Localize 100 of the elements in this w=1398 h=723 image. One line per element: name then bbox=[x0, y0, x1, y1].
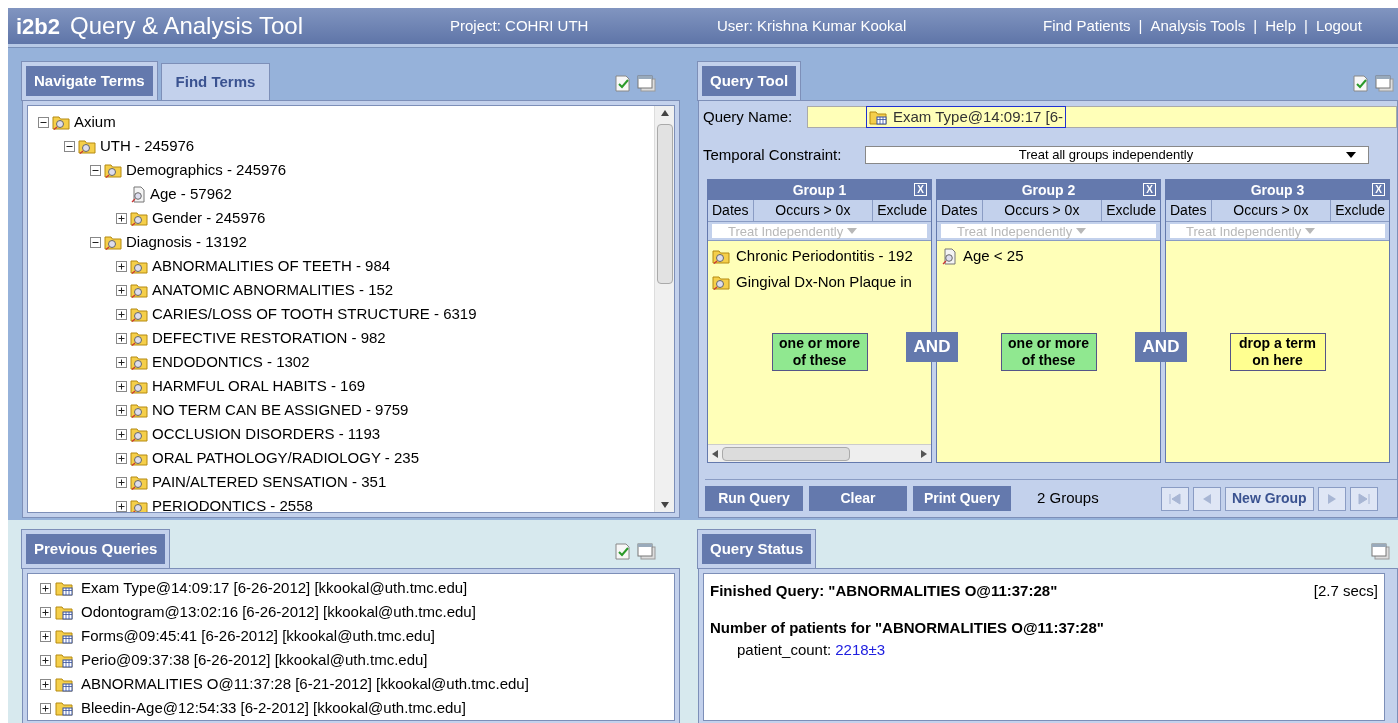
collapse-icon[interactable] bbox=[90, 164, 101, 176]
tree-item[interactable]: Axium bbox=[74, 110, 116, 134]
header-link[interactable]: Logout bbox=[1315, 14, 1362, 38]
dropdown-arrow-icon bbox=[1076, 228, 1087, 234]
folder-icon bbox=[130, 474, 148, 490]
group-option-button[interactable]: Dates bbox=[937, 200, 983, 221]
scroll-up-icon[interactable] bbox=[660, 110, 669, 116]
action-button[interactable]: Clear bbox=[809, 486, 907, 511]
scroll-left-icon[interactable] bbox=[712, 449, 718, 458]
query-term[interactable]: Gingival Dx-Non Plaque in bbox=[736, 270, 912, 293]
expand-icon[interactable] bbox=[116, 380, 127, 392]
horizontal-scrollbar[interactable] bbox=[708, 444, 931, 462]
tree-item[interactable]: DEFECTIVE RESTORATION - 982 bbox=[152, 326, 386, 350]
group-option-button[interactable]: Exclude bbox=[1331, 200, 1389, 221]
expand-icon[interactable] bbox=[40, 654, 51, 666]
group-option-button[interactable]: Dates bbox=[708, 200, 754, 221]
query-term[interactable]: Age < 25 bbox=[963, 245, 1024, 268]
expand-icon[interactable] bbox=[116, 356, 127, 368]
group-title: Group 2 bbox=[1021, 180, 1076, 200]
drop-hint: one or more of these bbox=[771, 332, 868, 371]
previous-query-item[interactable]: Perio@09:37:38 [6-26-2012] [kkookal@uth.tmc.edu] bbox=[81, 648, 428, 672]
expand-icon[interactable] bbox=[40, 678, 51, 690]
header-link[interactable]: Analysis Tools bbox=[1150, 14, 1246, 38]
previous-query-item[interactable]: Exam Type@14:09:17 [6-26-2012] [kkookal@uth.tmc.edu] bbox=[81, 576, 468, 600]
tree-item[interactable]: NO TERM CAN BE ASSIGNED - 9759 bbox=[152, 398, 409, 422]
expand-icon[interactable] bbox=[116, 404, 127, 416]
group-option-button[interactable]: Exclude bbox=[1102, 200, 1160, 221]
tab[interactable]: Find Terms bbox=[160, 62, 271, 100]
expand-icon[interactable] bbox=[40, 702, 51, 714]
expand-icon[interactable] bbox=[116, 284, 127, 296]
tree-item[interactable]: OCCLUSION DISORDERS - 1193 bbox=[152, 422, 381, 446]
previous-query-item[interactable]: Forms@09:45:41 [6-26-2012] [kkookal@uth.tmc.edu] bbox=[81, 624, 435, 648]
field-label: Temporal Constraint: bbox=[703, 144, 843, 165]
tree-item[interactable]: Demographics - 245976 bbox=[126, 158, 287, 182]
tab[interactable]: Navigate Terms bbox=[22, 61, 157, 100]
scroll-right-icon[interactable] bbox=[921, 449, 927, 458]
close-button[interactable]: X bbox=[1372, 183, 1385, 196]
dropdown-arrow-icon bbox=[1346, 152, 1356, 158]
collapse-icon[interactable] bbox=[90, 236, 101, 248]
tree-item[interactable]: PAIN/ALTERED SENSATION - 351 bbox=[152, 470, 387, 494]
tab[interactable]: Query Tool bbox=[698, 61, 801, 100]
tree-item[interactable]: HARMFUL ORAL HABITS - 169 bbox=[152, 374, 366, 398]
window-icon[interactable] bbox=[637, 75, 656, 92]
query-name-value: Exam Type@14:09:17 [6- bbox=[893, 106, 1064, 127]
header-link[interactable]: Help bbox=[1265, 14, 1297, 38]
expand-icon[interactable] bbox=[116, 260, 127, 272]
header-link[interactable]: Find Patients bbox=[1043, 14, 1131, 38]
group-option-button[interactable]: Occurs > 0x bbox=[982, 200, 1103, 221]
tree-item[interactable]: CARIES/LOSS OF TOOTH STRUCTURE - 6319 bbox=[152, 302, 477, 326]
query-name-field[interactable]: Exam Type@14:09:17 [6- bbox=[807, 106, 1397, 128]
expand-icon[interactable] bbox=[116, 428, 127, 440]
close-button[interactable]: X bbox=[1143, 183, 1156, 196]
tree-item[interactable]: Age - 57962 bbox=[150, 182, 232, 206]
collapse-icon[interactable] bbox=[38, 116, 49, 128]
tab[interactable]: Query Status bbox=[698, 529, 816, 568]
tree-item[interactable]: Gender - 245976 bbox=[152, 206, 266, 230]
previous-query-item[interactable]: ABNORMALITIES O@11:37:28 [6-21-2012] [kkookal@uth.tmc.edu] bbox=[81, 672, 529, 696]
expand-icon[interactable] bbox=[40, 630, 51, 642]
group-option-button[interactable]: Occurs > 0x bbox=[1211, 200, 1332, 221]
expand-icon[interactable] bbox=[116, 332, 127, 344]
tree-item[interactable]: UTH - 245976 bbox=[100, 134, 195, 158]
query-folder-icon bbox=[55, 628, 73, 644]
tree-item[interactable]: PERIODONTICS - 2558 bbox=[152, 494, 313, 512]
tree-item[interactable]: Diagnosis - 13192 bbox=[126, 230, 247, 254]
expand-icon[interactable] bbox=[116, 212, 127, 224]
close-button[interactable]: X bbox=[914, 183, 927, 196]
window-icon[interactable] bbox=[1375, 75, 1394, 92]
previous-query-item[interactable]: Bleedin-Age@12:54:33 [6-2-2012] [kkookal@uth.tmc.edu] bbox=[81, 696, 466, 720]
folder-icon bbox=[130, 258, 148, 274]
action-button[interactable]: Run Query bbox=[705, 486, 803, 511]
tree-item[interactable]: ABNORMALITIES OF TEETH - 984 bbox=[152, 254, 391, 278]
previous-query-item[interactable]: Odontogram@13:02:16 [6-26-2012] [kkookal@uth.tmc.edu] bbox=[81, 600, 476, 624]
expand-icon[interactable] bbox=[116, 476, 127, 488]
tree-item[interactable]: ORAL PATHOLOGY/RADIOLOGY - 235 bbox=[152, 446, 420, 470]
query-term[interactable]: Chronic Periodontitis - 192 bbox=[736, 245, 913, 268]
check-document-icon[interactable] bbox=[1353, 75, 1369, 92]
expand-icon[interactable] bbox=[116, 500, 127, 512]
group-option-button[interactable]: Exclude bbox=[873, 200, 931, 221]
and-operator: AND bbox=[1134, 332, 1188, 362]
collapse-icon[interactable] bbox=[64, 140, 75, 152]
separator: | bbox=[1253, 15, 1258, 36]
document-icon bbox=[941, 247, 957, 265]
temporal-constraint-dropdown[interactable]: Treat all groups independently bbox=[865, 146, 1369, 164]
new-group-button[interactable]: New Group bbox=[1225, 486, 1314, 511]
group-option-button[interactable]: Dates bbox=[1166, 200, 1212, 221]
tab[interactable]: Previous Queries bbox=[22, 529, 170, 568]
folder-icon bbox=[130, 306, 148, 322]
vertical-scrollbar[interactable] bbox=[654, 106, 674, 512]
group-option-button[interactable]: Occurs > 0x bbox=[753, 200, 874, 221]
scroll-down-icon[interactable] bbox=[660, 502, 669, 508]
expand-icon[interactable] bbox=[40, 582, 51, 594]
tree-item[interactable]: ENDODONTICS - 1302 bbox=[152, 350, 310, 374]
tree-item[interactable]: ANATOMIC ABNORMALITIES - 152 bbox=[152, 278, 394, 302]
check-document-icon[interactable] bbox=[615, 75, 631, 92]
group-title: Group 1 bbox=[792, 180, 847, 200]
expand-icon[interactable] bbox=[40, 606, 51, 618]
expand-icon[interactable] bbox=[116, 308, 127, 320]
expand-icon[interactable] bbox=[116, 452, 127, 464]
action-button[interactable]: Print Query bbox=[913, 486, 1011, 511]
check-document-icon[interactable] bbox=[615, 543, 631, 560]
